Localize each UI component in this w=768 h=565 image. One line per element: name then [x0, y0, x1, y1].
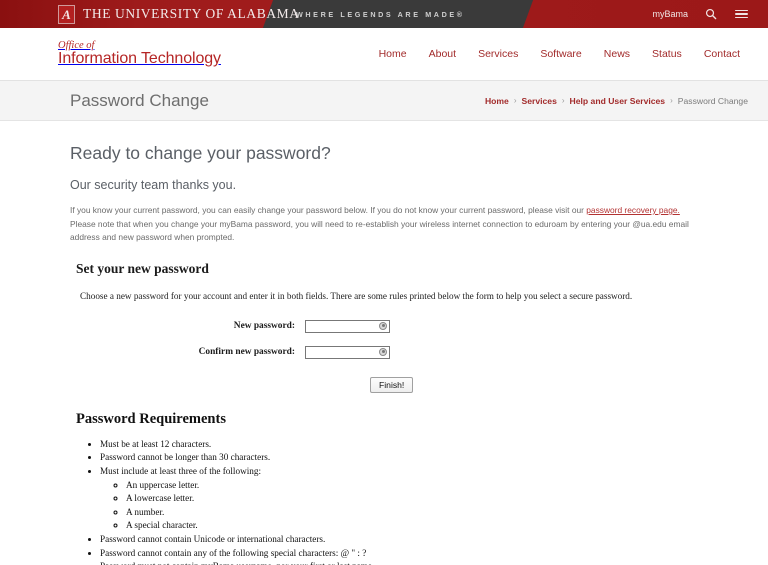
site-nav-bar: Office of Information Technology Home Ab… — [0, 28, 768, 81]
university-tagline: WHERE LEGENDS ARE MADE® — [296, 9, 465, 19]
intro-paragraph: If you know your current password, you c… — [70, 204, 698, 245]
search-icon[interactable] — [704, 7, 718, 21]
oit-logo[interactable]: Office of Information Technology — [58, 40, 221, 68]
nav-item-software[interactable]: Software — [540, 48, 581, 60]
requirement-item: Password cannot contain Unicode or inter… — [100, 533, 698, 547]
nav-item-about[interactable]: About — [429, 48, 456, 60]
requirement-sublist: An uppercase letter. A lowercase letter.… — [100, 479, 698, 533]
confirm-password-label: Confirm new password: — [198, 346, 295, 357]
intro-text-part2: Please note that when you change your my… — [70, 218, 689, 243]
new-password-row: New password: — [70, 317, 698, 335]
password-recovery-link[interactable]: password recovery page. — [586, 205, 680, 215]
password-form-section: Set your new password Choose a new passw… — [70, 251, 698, 393]
university-top-bar: A THE UNIVERSITY OF ALABAMA WHERE LEGEND… — [0, 0, 768, 28]
reveal-password-icon[interactable] — [379, 347, 387, 356]
mybama-link[interactable]: myBama — [652, 9, 688, 19]
crest-letter: A — [62, 6, 71, 22]
hamburger-bar-1 — [734, 9, 748, 12]
breadcrumb-item-services[interactable]: Services — [522, 96, 557, 106]
search-icon-svg — [705, 8, 717, 20]
new-password-label: New password: — [233, 320, 295, 331]
university-brand[interactable]: A THE UNIVERSITY OF ALABAMA — [0, 4, 300, 24]
requirement-item: Must be at least 12 characters. — [100, 438, 698, 452]
confirm-password-input[interactable] — [305, 346, 390, 360]
breadcrumb: Home › Services › Help and User Services… — [485, 96, 748, 106]
breadcrumb-item-home[interactable]: Home — [485, 96, 509, 106]
form-lead-text: Choose a new password for your account a… — [80, 290, 633, 301]
breadcrumb-band: Password Change Home › Services › Help a… — [0, 81, 768, 121]
finish-button[interactable]: Finish! — [370, 376, 414, 393]
confirm-password-input-wrap — [305, 343, 390, 361]
new-password-input[interactable] — [305, 320, 390, 334]
breadcrumb-item-current: Password Change — [677, 95, 748, 106]
university-name: THE UNIVERSITY OF ALABAMA — [83, 6, 300, 21]
nav-item-home[interactable]: Home — [379, 48, 407, 60]
requirement-subitem: A number. — [126, 506, 698, 520]
oit-logo-line2: Information Technology — [58, 50, 221, 68]
requirement-item: Password cannot contain any of the follo… — [100, 547, 698, 561]
main-heading: Ready to change your password? — [70, 143, 331, 163]
requirement-subitem: A special character. — [126, 519, 698, 533]
requirement-item: Password cannot be longer than 30 charac… — [100, 451, 698, 465]
requirement-item: Password must not contain myBama usernam… — [100, 560, 698, 565]
breadcrumb-separator: › — [670, 96, 673, 105]
main-content: Ready to change your password? Our secur… — [0, 121, 768, 565]
nav-item-news[interactable]: News — [604, 48, 630, 60]
main-subheading: Our security team thanks you. — [70, 178, 237, 192]
breadcrumb-separator: › — [513, 96, 517, 105]
hamburger-menu-icon[interactable] — [734, 7, 748, 21]
submit-row: Finish! — [70, 376, 698, 393]
hamburger-bar-3 — [734, 16, 748, 19]
intro-text-part1: If you know your current password, you c… — [70, 205, 587, 215]
nav-item-status[interactable]: Status — [652, 48, 682, 60]
form-section-title: Set your new password — [76, 260, 209, 276]
nav-item-contact[interactable]: Contact — [704, 48, 740, 60]
hamburger-bars — [734, 9, 748, 19]
requirement-item: Must include at least three of the follo… — [100, 465, 698, 533]
hamburger-bar-2 — [734, 13, 748, 15]
page-title: Password Change — [70, 90, 209, 110]
password-requirements-section: Password Requirements Must be at least 1… — [70, 411, 698, 565]
breadcrumb-item-help-and-user-services[interactable]: Help and User Services — [570, 96, 666, 106]
requirements-title: Password Requirements — [76, 410, 226, 427]
main-navigation: Home About Services Software News Status… — [379, 48, 748, 60]
breadcrumb-separator: › — [561, 96, 565, 105]
requirement-subitem: An uppercase letter. — [126, 479, 698, 493]
new-password-input-wrap — [305, 317, 390, 335]
nav-item-services[interactable]: Services — [478, 48, 518, 60]
alabama-crest-icon: A — [58, 4, 75, 24]
confirm-password-row: Confirm new password: — [70, 343, 698, 361]
reveal-password-icon[interactable] — [379, 321, 387, 330]
requirement-subitem: A lowercase letter. — [126, 492, 698, 506]
requirements-list: Must be at least 12 characters. Password… — [70, 438, 698, 565]
requirement-item-label: Must include at least three of the follo… — [100, 466, 261, 477]
top-bar-utilities: myBama — [652, 7, 768, 21]
